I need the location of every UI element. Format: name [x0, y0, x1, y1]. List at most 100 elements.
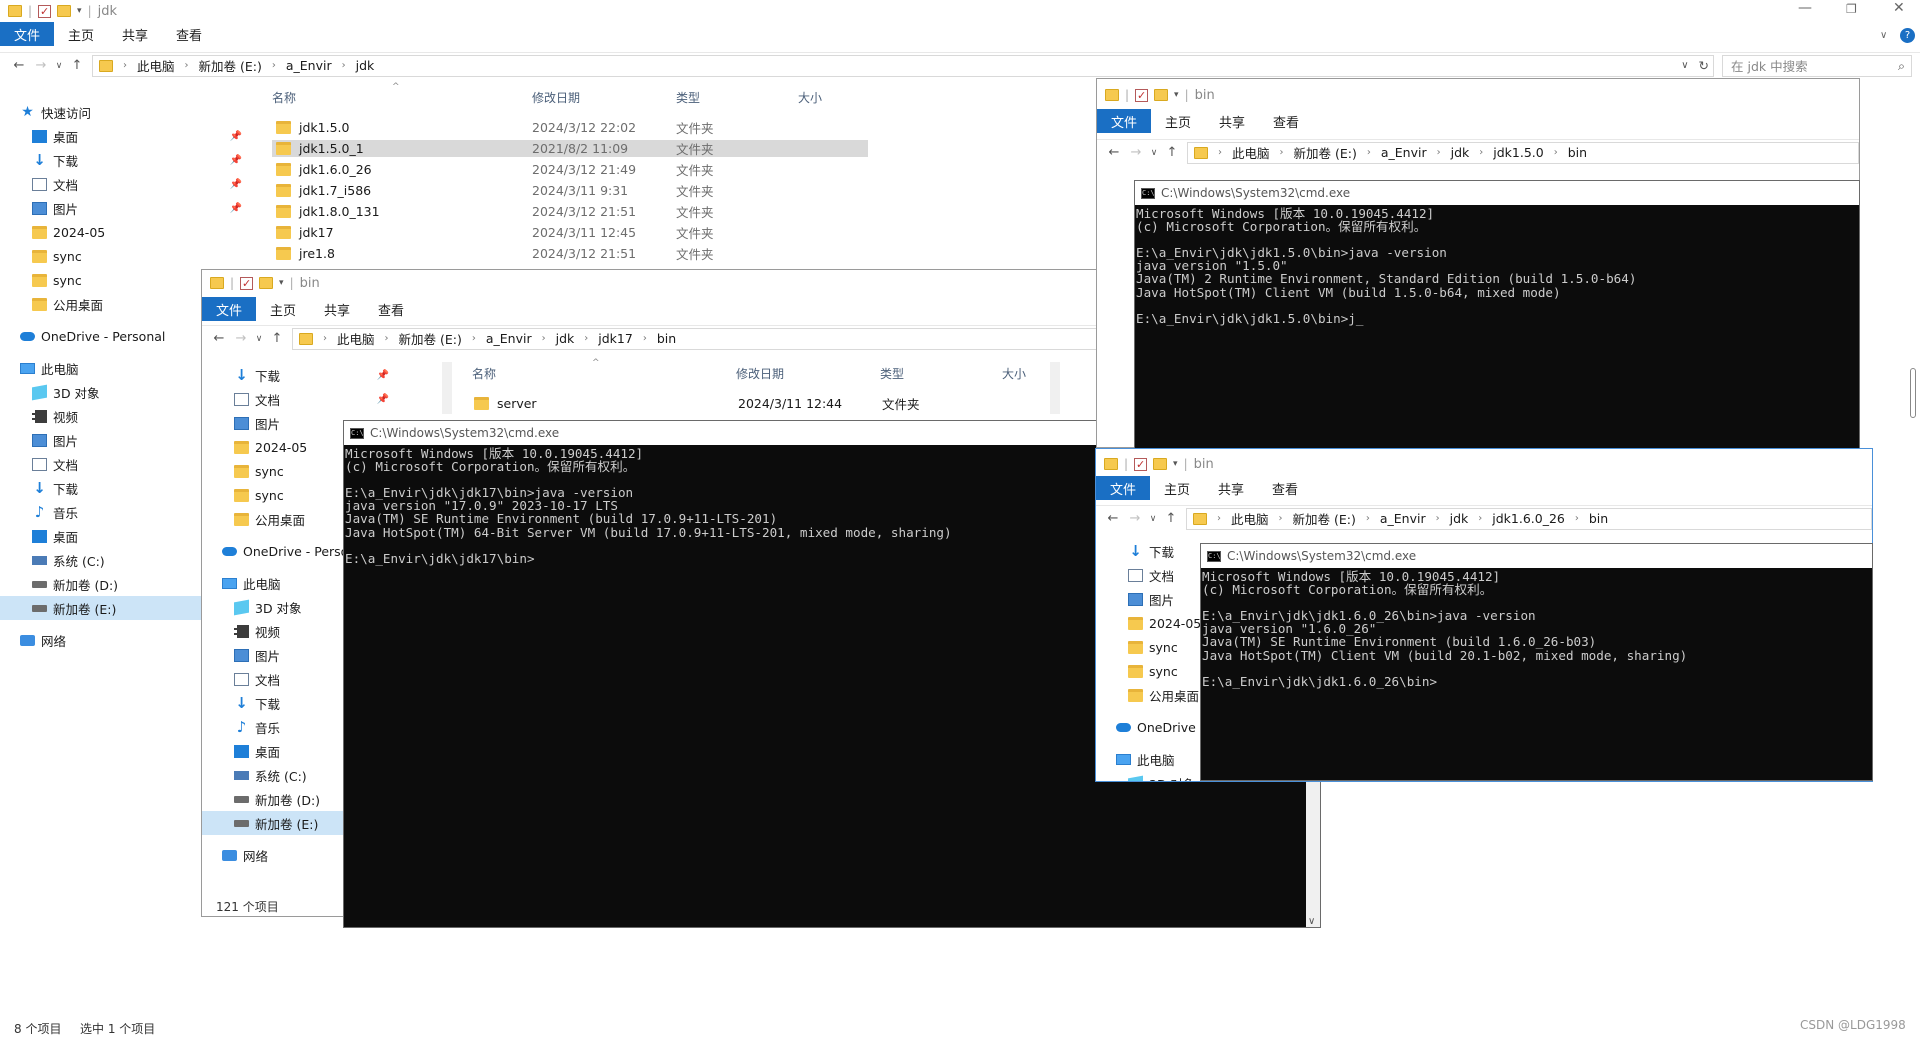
breadcrumb-jdk17[interactable]: jdk17 [598, 331, 633, 346]
breadcrumb-a-envir[interactable]: a_Envir [1381, 145, 1427, 160]
minimize-icon[interactable]: — [1798, 0, 1812, 16]
tab-view[interactable]: 查看 [1259, 109, 1313, 133]
tab-view[interactable]: 查看 [162, 22, 216, 46]
file-list-scrollbar[interactable] [1050, 362, 1060, 414]
console-output[interactable]: Microsoft Windows [版本 10.0.19045.4412] (c… [1201, 568, 1872, 688]
pin-icon[interactable]: 📌 [230, 203, 242, 214]
column-name[interactable]: 名称 [272, 89, 296, 106]
pin-icon[interactable]: 📌 [230, 131, 242, 142]
address-bar[interactable]: › 此电脑 › 新加卷 (E:) › a_Envir › jdk › jdk17… [292, 327, 1100, 350]
back-icon[interactable]: ← [1102, 511, 1124, 526]
tab-file[interactable]: 文件 [1097, 109, 1152, 133]
scroll-down-icon[interactable]: ∨ [1308, 916, 1315, 927]
sidebar-item[interactable]: ★ 快速访问 [20, 100, 250, 124]
address-bar[interactable]: › 此电脑 › 新加卷 (E:) › a_Envir › jdk › jdk1.… [1187, 141, 1859, 164]
breadcrumb-jdk[interactable]: jdk [556, 331, 575, 346]
new-folder-icon[interactable] [57, 5, 72, 17]
breadcrumb-this-pc[interactable]: 此电脑 [1231, 509, 1269, 528]
tab-home[interactable]: 主页 [1151, 109, 1205, 133]
column-name[interactable]: 名称 [472, 365, 496, 382]
pin-icon[interactable]: 📌 [377, 394, 389, 405]
sidebar-item[interactable]: ↓ 下载 [1116, 539, 1196, 563]
new-folder-icon[interactable] [1154, 89, 1169, 101]
pin-icon[interactable]: 📌 [230, 179, 242, 190]
tab-home[interactable]: 主页 [256, 297, 310, 321]
sidebar-item[interactable]: 此电脑 [1116, 747, 1196, 771]
forward-icon[interactable]: → [1124, 511, 1146, 526]
column-type[interactable]: 类型 [676, 89, 700, 106]
breadcrumb-jdk150[interactable]: jdk1.5.0 [1493, 145, 1543, 160]
column-size[interactable]: 大小 [798, 89, 822, 106]
tab-share[interactable]: 共享 [310, 297, 364, 321]
recent-dropdown-icon[interactable]: ∨ [1147, 148, 1161, 158]
tab-home[interactable]: 主页 [1150, 476, 1204, 500]
tab-file[interactable]: 文件 [0, 22, 55, 46]
breadcrumb-jdk[interactable]: jdk [1451, 145, 1470, 160]
tab-share[interactable]: 共享 [108, 22, 162, 46]
cmd-window-jdk16026[interactable]: C:\ C:\Windows\System32\cmd.exe Microsof… [1200, 543, 1873, 781]
list-item[interactable]: server 2024/3/11 12:44 文件夹 [474, 395, 1034, 412]
up-icon[interactable]: ↑ [266, 331, 288, 346]
breadcrumb-jdk[interactable]: jdk [1450, 511, 1469, 526]
new-folder-icon[interactable] [259, 277, 274, 289]
sidebar-item[interactable]: 图片 📌 [20, 196, 250, 220]
address-dropdown-icon[interactable]: ∨ [1681, 60, 1688, 71]
column-type[interactable]: 类型 [880, 365, 904, 382]
sidebar-item[interactable]: 文档 📌 [20, 172, 250, 196]
recent-dropdown-icon[interactable]: ∨ [1146, 514, 1160, 524]
quick-access-dropdown-icon[interactable]: ▾ [1173, 459, 1178, 469]
sidebar-item[interactable]: sync [1116, 635, 1196, 659]
sidebar-item[interactable]: 文档 [1116, 563, 1196, 587]
column-size[interactable]: 大小 [1002, 365, 1026, 382]
table-row[interactable]: jdk1.8.0_131 2024/3/12 21:51 文件夹 [272, 203, 868, 220]
breadcrumb-jdk[interactable]: jdk [356, 58, 375, 73]
tab-view[interactable]: 查看 [1258, 476, 1312, 500]
tab-share[interactable]: 共享 [1204, 476, 1258, 500]
properties-icon[interactable]: ✓ [240, 276, 254, 290]
table-row[interactable]: jdk1.5.0 2024/3/12 22:02 文件夹 [272, 119, 868, 136]
console-output[interactable]: Microsoft Windows [版本 10.0.19045.4412] (c… [1135, 205, 1859, 325]
maximize-icon[interactable]: ❐ [1846, 2, 1857, 16]
back-icon[interactable]: ← [1103, 145, 1125, 160]
breadcrumb-jdk16026[interactable]: jdk1.6.0_26 [1492, 511, 1565, 526]
new-folder-icon[interactable] [1153, 458, 1168, 470]
up-icon[interactable]: ↑ [66, 58, 88, 73]
breadcrumb-drive-e[interactable]: 新加卷 (E:) [1294, 143, 1357, 162]
sidebar-item[interactable]: ↓ 下载 📌 [222, 363, 397, 387]
sidebar-item[interactable]: 文档 📌 [222, 387, 397, 411]
quick-access-dropdown-icon[interactable]: ▾ [77, 6, 82, 16]
breadcrumb-this-pc[interactable]: 此电脑 [1232, 143, 1270, 162]
up-icon[interactable]: ↑ [1160, 511, 1182, 526]
sidebar-item[interactable]: 公用桌面 [1116, 683, 1199, 707]
table-row[interactable]: jdk17 2024/3/11 12:45 文件夹 [272, 224, 868, 241]
recent-dropdown-icon[interactable]: ∨ [52, 61, 66, 71]
cmd-window-jdk150[interactable]: C:\ C:\Windows\System32\cmd.exe Microsof… [1134, 180, 1860, 450]
sidebar-item[interactable]: sync [1116, 659, 1196, 683]
scrollbar-thumb[interactable] [1910, 368, 1916, 418]
table-row[interactable]: jre1.8 2024/3/12 21:51 文件夹 [272, 245, 868, 262]
breadcrumb-bin[interactable]: bin [1568, 145, 1587, 160]
breadcrumb-drive-e[interactable]: 新加卷 (E:) [199, 56, 262, 75]
sidebar-item[interactable]: 桌面 📌 [20, 124, 250, 148]
sidebar-item[interactable]: ↓ 下载 📌 [20, 148, 250, 172]
tab-file[interactable]: 文件 [202, 297, 257, 321]
sidebar-item[interactable]: OneDrive [1116, 715, 1196, 739]
forward-icon[interactable]: → [30, 58, 52, 73]
sidebar-item[interactable]: 2024-05 [20, 220, 250, 244]
up-icon[interactable]: ↑ [1161, 145, 1183, 160]
properties-icon[interactable]: ✓ [1134, 457, 1148, 471]
sidebar-item[interactable]: sync [20, 244, 250, 268]
table-row[interactable]: jdk1.6.0_26 2024/3/12 21:49 文件夹 [272, 161, 868, 178]
table-row[interactable]: jdk1.7_i586 2024/3/11 9:31 文件夹 [272, 182, 868, 199]
refresh-icon[interactable]: ↻ [1699, 58, 1713, 73]
address-bar[interactable]: › 此电脑 › 新加卷 (E:) › a_Envir › jdk ∨ ↻ [92, 54, 1714, 77]
breadcrumb-a-envir[interactable]: a_Envir [1380, 511, 1426, 526]
tab-view[interactable]: 查看 [364, 297, 418, 321]
tab-share[interactable]: 共享 [1205, 109, 1259, 133]
table-row[interactable]: jdk1.5.0_1 2021/8/2 11:09 文件夹 [272, 140, 868, 157]
breadcrumb-this-pc[interactable]: 此电脑 [337, 329, 375, 348]
sidebar-item[interactable]: 3D 对象 [1116, 771, 1196, 781]
forward-icon[interactable]: → [1125, 145, 1147, 160]
nav-scrollbar[interactable] [442, 362, 452, 414]
breadcrumb-bin[interactable]: bin [1589, 511, 1608, 526]
